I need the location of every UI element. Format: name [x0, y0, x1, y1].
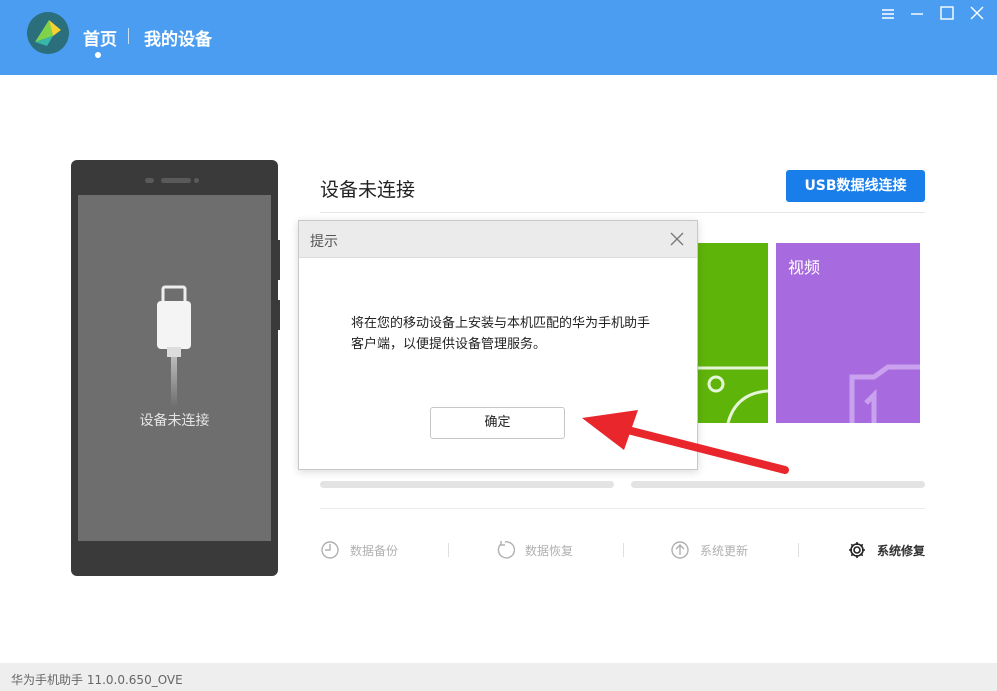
phone-status-text: 设备未连接 — [139, 413, 210, 429]
phone-side-button — [276, 240, 280, 280]
dialog-message: 将在您的移动设备上安装与本机匹配的华为手机助手客户端，以便提供设备管理服务。 — [351, 316, 651, 352]
phone-speaker — [161, 178, 191, 183]
maximize-icon[interactable] — [936, 4, 958, 24]
divider — [320, 212, 925, 213]
close-icon[interactable] — [966, 4, 988, 24]
storage-progress-bar — [631, 481, 925, 488]
title-bar: 首页 我的设备 — [0, 0, 997, 75]
feature-tile-green[interactable] — [696, 243, 768, 423]
tool-divider — [448, 543, 449, 557]
restore-icon — [497, 541, 515, 559]
tool-label: 数据恢复 — [525, 543, 574, 558]
nav-home-tab[interactable]: 首页 — [83, 25, 117, 50]
phone-sensor — [145, 178, 154, 183]
divider — [320, 508, 925, 509]
dialog-header: 提示 — [299, 221, 697, 258]
update-arrow-icon — [671, 541, 689, 559]
usb-cable-icon — [157, 285, 191, 407]
tool-system-update[interactable]: 系统更新 — [670, 539, 748, 561]
device-status-title: 设备未连接 — [320, 179, 416, 201]
dialog-title: 提示 — [310, 234, 338, 250]
version-label: 华为手机助手 11.0.0.650_OVE — [11, 673, 183, 687]
active-tab-indicator — [95, 52, 101, 58]
tool-data-restore[interactable]: 数据恢复 — [495, 539, 573, 561]
tool-divider — [798, 543, 799, 557]
tile-decoration-icon — [696, 366, 768, 423]
tile-label-video: 视频 — [788, 258, 821, 277]
tool-label: 系统更新 — [700, 543, 749, 558]
storage-progress-bar — [320, 481, 614, 488]
confirm-button[interactable]: 确定 — [430, 407, 565, 439]
app-logo — [27, 12, 69, 54]
backup-clock-icon — [321, 541, 339, 559]
minimize-icon[interactable] — [906, 4, 928, 24]
usb-connect-button[interactable]: USB数据线连接 — [786, 170, 925, 202]
nav-my-devices-tab[interactable]: 我的设备 — [144, 25, 212, 50]
menu-icon[interactable] — [877, 4, 899, 24]
close-icon[interactable] — [668, 230, 686, 248]
tool-system-repair[interactable]: 系统修复 — [847, 539, 925, 561]
gear-icon — [849, 542, 865, 558]
tool-label: 数据备份 — [350, 543, 399, 558]
tool-data-backup[interactable]: 数据备份 — [320, 539, 398, 561]
nav-divider — [128, 28, 129, 44]
phone-screen — [78, 195, 271, 541]
phone-camera — [194, 178, 199, 183]
annotation-arrow-icon — [582, 410, 789, 474]
tool-divider — [623, 543, 624, 557]
tool-label: 系统修复 — [877, 543, 926, 558]
phone-side-button — [276, 300, 280, 330]
